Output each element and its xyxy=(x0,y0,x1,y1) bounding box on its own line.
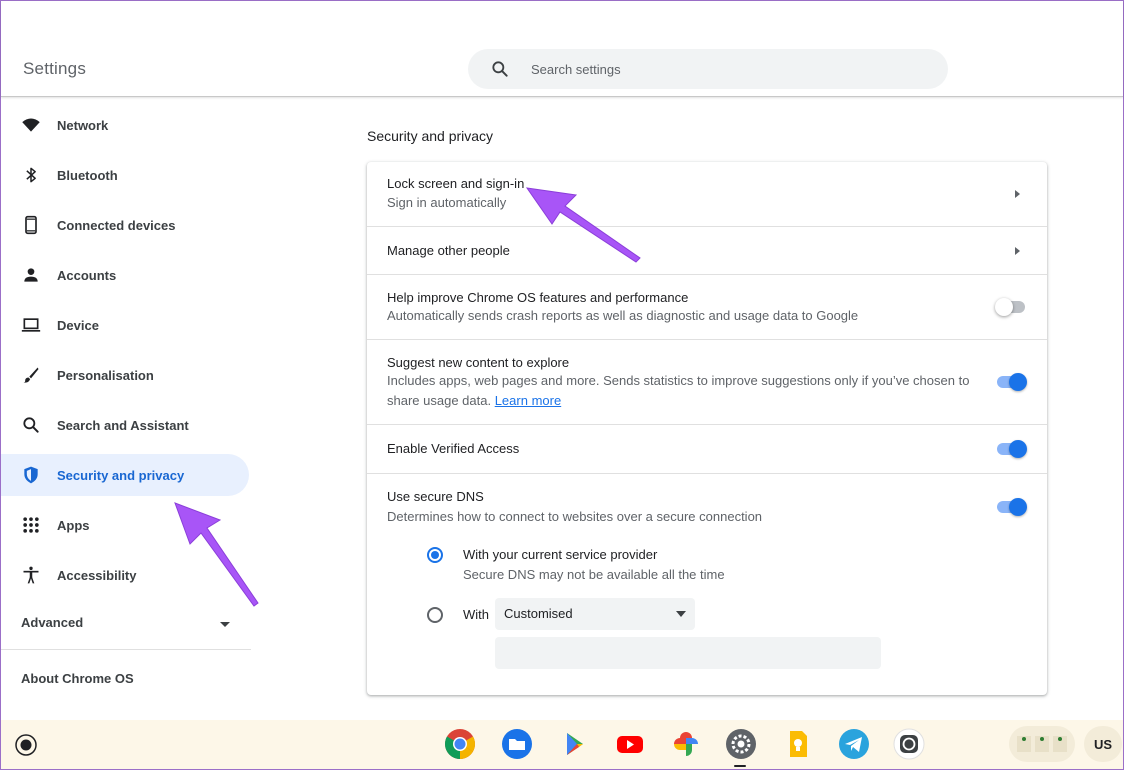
chrome-icon[interactable] xyxy=(444,728,476,760)
dns-option1-sublabel: Secure DNS may not be available all the … xyxy=(463,567,725,582)
apps-grid-icon xyxy=(23,517,39,533)
brush-icon xyxy=(23,367,39,383)
header: Settings xyxy=(1,1,1123,97)
app-title: Settings xyxy=(23,59,87,78)
advanced-toggle[interactable]: Advanced xyxy=(21,615,237,635)
sidebar-item-bluetooth[interactable]: Bluetooth xyxy=(1,154,249,196)
launcher-icon[interactable] xyxy=(15,734,37,756)
sidebar-item-connected-devices[interactable]: Connected devices xyxy=(1,204,249,246)
ime-indicator[interactable]: US xyxy=(1084,726,1122,762)
row-subtitle: Includes apps, web pages and more. Sends… xyxy=(387,373,970,388)
accessibility-icon xyxy=(23,566,39,584)
row-title: Suggest new content to explore xyxy=(387,355,570,370)
photos-icon[interactable] xyxy=(670,728,702,760)
person-icon xyxy=(24,268,38,282)
section-title: Security and privacy xyxy=(367,128,494,144)
sidebar-item-apps[interactable]: Apps xyxy=(1,504,249,546)
sidebar-item-label: Apps xyxy=(57,517,90,533)
row-title: Help improve Chrome OS features and perf… xyxy=(387,290,689,305)
sidebar-divider xyxy=(1,649,251,650)
sidebar-item-label: Device xyxy=(57,317,99,333)
row-lock-screen[interactable]: Lock screen and sign-in Sign in automati… xyxy=(367,162,1047,227)
advanced-label: Advanced xyxy=(21,615,84,630)
search-icon xyxy=(492,61,508,77)
telegram-icon[interactable] xyxy=(838,728,870,760)
dns-custom-radio[interactable] xyxy=(427,607,443,623)
secure-dns-toggle[interactable] xyxy=(995,498,1027,516)
custom-dns-input[interactable] xyxy=(495,637,881,669)
sidebar-item-personalisation[interactable]: Personalisation xyxy=(1,354,249,396)
shield-icon xyxy=(24,466,38,484)
arrow-right-icon xyxy=(1015,247,1020,255)
sidebar-item-label: Accounts xyxy=(57,267,117,283)
dns-provider-select[interactable]: Customised xyxy=(495,598,695,630)
caret-down-icon xyxy=(676,611,686,617)
play-store-icon[interactable] xyxy=(558,728,590,760)
sidebar-item-label: Network xyxy=(57,117,109,133)
sidebar-item-security-and-privacy[interactable]: Security and privacy xyxy=(1,454,249,496)
dns-option2-label: With xyxy=(463,607,489,622)
row-help-improve: Help improve Chrome OS features and perf… xyxy=(367,275,1047,340)
sidebar-item-accounts[interactable]: Accounts xyxy=(1,254,249,296)
row-title: Use secure DNS xyxy=(387,489,484,504)
phone-icon xyxy=(25,215,37,235)
sidebar-item-label: Search and Assistant xyxy=(57,417,189,433)
sidebar-item-label: Connected devices xyxy=(57,217,176,233)
files-icon[interactable] xyxy=(501,728,533,760)
row-manage-other-people[interactable]: Manage other people xyxy=(367,227,1047,275)
sidebar-item-label: Accessibility xyxy=(57,567,137,583)
search-input[interactable] xyxy=(531,49,931,89)
row-verified-access: Enable Verified Access xyxy=(367,425,1047,474)
row-title: Enable Verified Access xyxy=(387,441,520,456)
sidebar-item-label: Security and privacy xyxy=(57,467,185,483)
dns-current-provider-radio[interactable] xyxy=(427,547,443,563)
row-title: Manage other people xyxy=(387,243,510,258)
wifi-icon xyxy=(22,118,40,132)
row-subtitle-line2: share usage data. Learn more xyxy=(387,391,561,411)
search-box[interactable] xyxy=(468,49,948,89)
row-subtitle: Sign in automatically xyxy=(387,195,507,210)
laptop-icon xyxy=(21,318,41,332)
sidebar-item-label: Personalisation xyxy=(57,367,154,383)
sidebar-item-accessibility[interactable]: Accessibility xyxy=(1,554,249,596)
active-app-indicator xyxy=(734,765,746,767)
row-subtitle: Determines how to connect to websites ov… xyxy=(387,509,763,524)
search-icon xyxy=(23,417,39,433)
youtube-icon[interactable] xyxy=(614,728,646,760)
row-suggest-content: Suggest new content to explore Includes … xyxy=(367,340,1047,425)
tray-notification-icon xyxy=(1017,736,1067,752)
suggest-content-toggle[interactable] xyxy=(995,373,1027,391)
dns-select-value: Customised xyxy=(504,606,573,621)
help-improve-toggle[interactable] xyxy=(995,298,1027,316)
whatsapp-icon[interactable] xyxy=(893,728,925,760)
row-subtitle-text: share usage data. xyxy=(387,393,492,408)
row-subtitle: Automatically sends crash reports as wel… xyxy=(387,308,859,323)
verified-access-toggle[interactable] xyxy=(995,440,1027,458)
bluetooth-icon xyxy=(26,167,36,183)
sidebar-item-device[interactable]: Device xyxy=(1,304,249,346)
arrow-right-icon xyxy=(1015,190,1020,198)
caret-down-icon xyxy=(220,622,230,627)
shelf: US xyxy=(1,720,1123,769)
keep-icon[interactable] xyxy=(782,728,814,760)
dns-option1-label: With your current service provider xyxy=(463,547,658,562)
sidebar-item-search-and-assistant[interactable]: Search and Assistant xyxy=(1,404,249,446)
row-title: Lock screen and sign-in xyxy=(387,176,525,191)
settings-icon[interactable] xyxy=(725,728,757,760)
status-tray[interactable] xyxy=(1009,726,1075,762)
sidebar: Network Bluetooth Connected devices Acco… xyxy=(1,100,251,720)
sidebar-item-label: Bluetooth xyxy=(57,167,118,183)
sidebar-item-network[interactable]: Network xyxy=(1,104,249,146)
learn-more-link[interactable]: Learn more xyxy=(495,393,561,408)
about-chrome-os-link[interactable]: About Chrome OS xyxy=(21,671,134,686)
settings-card: Lock screen and sign-in Sign in automati… xyxy=(367,162,1047,695)
